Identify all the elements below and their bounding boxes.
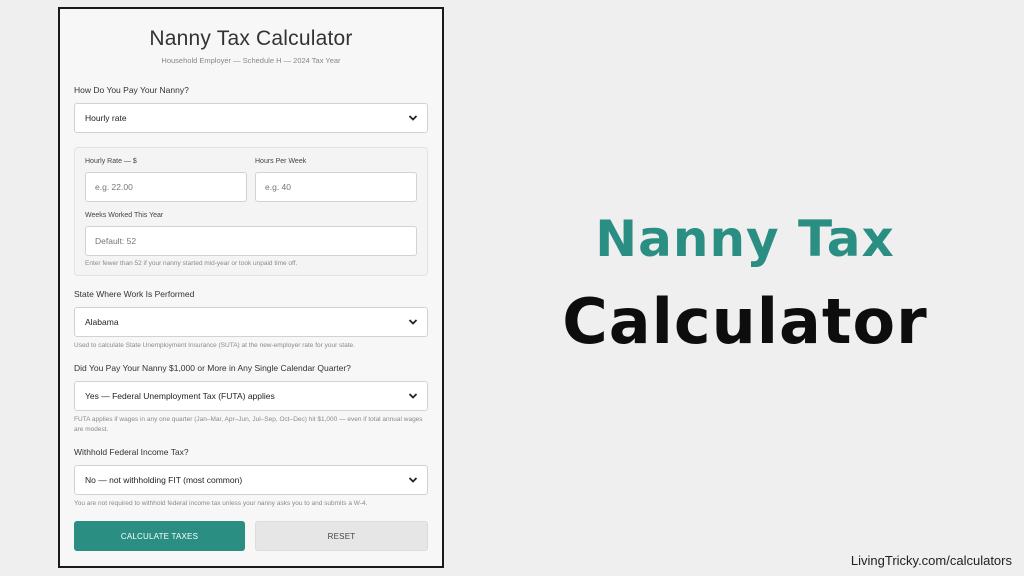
futa-hint: FUTA applies if wages in any one quarter…: [74, 416, 423, 433]
hourly-rate-label: Hourly Rate — $: [85, 158, 137, 165]
button-row: CALCULATE TAXES RESET: [74, 521, 428, 551]
fit-hint: You are not required to withhold federal…: [74, 500, 368, 507]
futa-label: Did You Pay Your Nanny $1,000 or More in…: [74, 363, 351, 373]
chevron-down-icon: [408, 319, 418, 325]
calculate-button[interactable]: CALCULATE TAXES: [74, 521, 245, 551]
hero-title-line2: Calculator: [562, 285, 928, 358]
hourly-details-box: Hourly Rate — $ Hours Per Week Weeks Wor…: [74, 147, 428, 276]
futa-select[interactable]: Yes — Federal Unemployment Tax (FUTA) ap…: [74, 381, 428, 411]
card-subtitle: Household Employer — Schedule H — 2024 T…: [161, 56, 341, 65]
chevron-down-icon: [408, 115, 418, 121]
reset-button[interactable]: RESET: [255, 521, 428, 551]
chevron-down-icon: [408, 393, 418, 399]
footer-url: LivingTricky.com/calculators: [850, 553, 1012, 568]
hero-title-line1: Nanny Tax: [595, 210, 895, 268]
hours-per-week-input[interactable]: [255, 172, 417, 202]
chevron-down-icon: [408, 477, 418, 483]
hours-per-week-label: Hours Per Week: [255, 158, 307, 165]
fit-select[interactable]: No — not withholding FIT (most common): [74, 465, 428, 495]
futa-value: Yes — Federal Unemployment Tax (FUTA) ap…: [85, 391, 275, 401]
state-value: Alabama: [85, 317, 119, 327]
state-select[interactable]: Alabama: [74, 307, 428, 337]
pay-method-select[interactable]: Hourly rate: [74, 103, 428, 133]
fit-value: No — not withholding FIT (most common): [85, 475, 243, 485]
hourly-rate-input[interactable]: [85, 172, 247, 202]
pay-method-value: Hourly rate: [85, 113, 127, 123]
state-label: State Where Work Is Performed: [74, 289, 195, 299]
pay-method-label: How Do You Pay Your Nanny?: [74, 85, 189, 95]
card-title: Nanny Tax Calculator: [149, 27, 353, 50]
weeks-worked-hint: Enter fewer than 52 if your nanny starte…: [85, 260, 298, 267]
weeks-worked-input[interactable]: [85, 226, 417, 256]
state-hint: Used to calculate State Unemployment Ins…: [74, 342, 355, 349]
weeks-worked-label: Weeks Worked This Year: [85, 212, 164, 219]
fit-label: Withhold Federal Income Tax?: [74, 447, 189, 457]
calculator-card: Nanny Tax Calculator Household Employer …: [58, 7, 444, 568]
